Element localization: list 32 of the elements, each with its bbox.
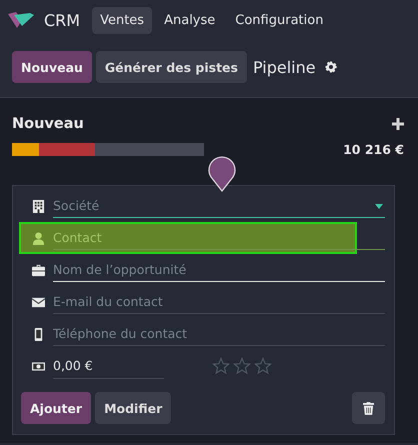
person-icon <box>32 232 45 244</box>
settings-icon[interactable] <box>324 61 337 73</box>
menu-item[interactable]: Configuration <box>227 6 332 34</box>
app-name: CRM <box>44 10 80 30</box>
revenue-field[interactable]: 0,00 € <box>53 354 164 378</box>
star-icon[interactable] <box>212 357 230 375</box>
action-button[interactable]: Nouveau <box>12 51 92 83</box>
caret-icon[interactable] <box>375 204 383 209</box>
banknote-icon <box>32 360 45 372</box>
form-button[interactable]: Ajouter <box>21 392 92 424</box>
input-field[interactable]: Contact <box>53 226 385 250</box>
column-total: 10 216 € <box>343 142 404 157</box>
input-field[interactable]: Téléphone du contact <box>53 322 385 346</box>
delete-button[interactable] <box>352 392 385 424</box>
menu-item[interactable]: Analyse <box>156 6 224 34</box>
star-icon[interactable] <box>254 357 272 375</box>
envelope-icon <box>32 296 45 308</box>
form-button[interactable]: Modifier <box>95 392 172 424</box>
priority-stars[interactable] <box>212 357 275 375</box>
plus-icon[interactable] <box>392 118 404 130</box>
building-icon <box>32 200 45 212</box>
column-title: Nouveau <box>12 116 84 132</box>
phone-icon <box>32 328 45 340</box>
action-button[interactable]: Générer des pistes <box>96 51 247 83</box>
menu-item[interactable]: Ventes <box>92 6 152 34</box>
trash-icon <box>363 402 374 414</box>
app-logo-icon[interactable] <box>8 12 34 28</box>
briefcase-icon <box>32 264 45 276</box>
input-field[interactable]: Société <box>53 194 385 218</box>
page-title: Pipeline <box>252 58 316 76</box>
star-icon[interactable] <box>233 357 251 375</box>
input-field[interactable]: E-mail du contact <box>53 290 385 314</box>
